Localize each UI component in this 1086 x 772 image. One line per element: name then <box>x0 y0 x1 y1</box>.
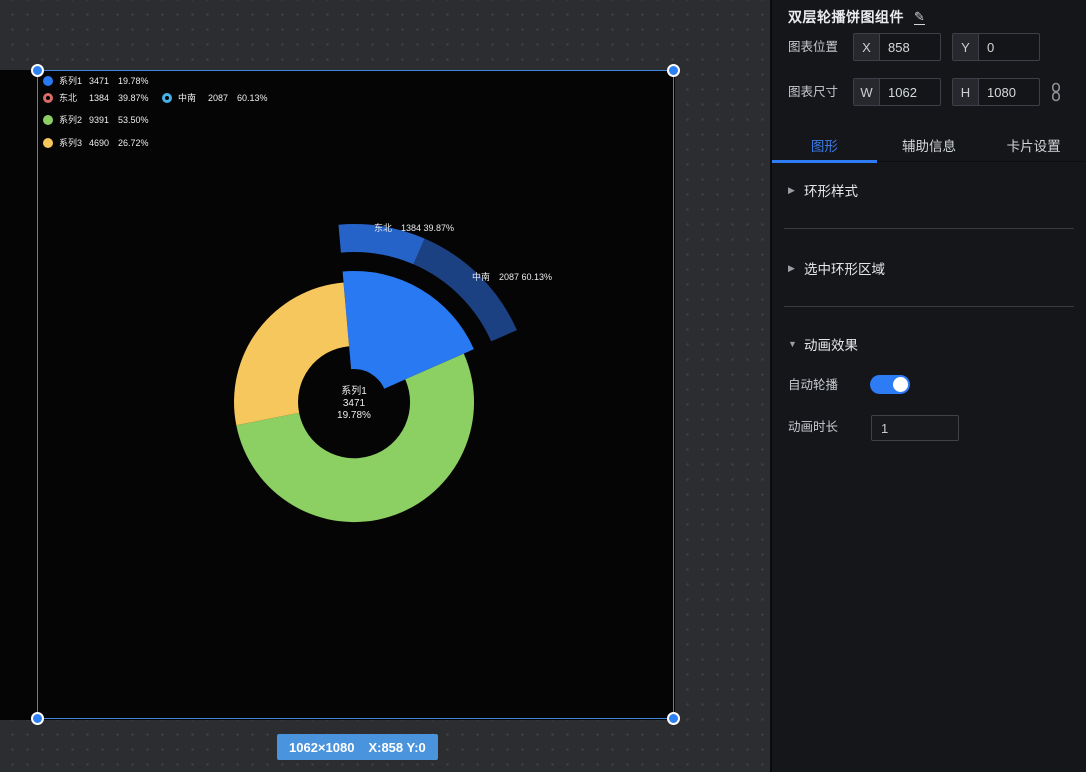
chevron-right-icon: ▶ <box>788 185 804 196</box>
section-ring-style[interactable]: ▶ 环形样式 <box>788 180 858 200</box>
legend-dot-icon <box>43 138 53 148</box>
duration-input[interactable] <box>872 416 958 440</box>
size-position-badge: 1062×1080 X:858 Y:0 <box>277 734 438 760</box>
auto-carousel-label: 自动轮播 <box>788 377 838 393</box>
height-input[interactable] <box>979 79 1039 105</box>
section-label: 动画效果 <box>804 334 858 354</box>
resize-handle-bottom-left[interactable] <box>31 712 44 725</box>
legend-value: 9391 <box>89 115 118 125</box>
resize-handle-top-right[interactable] <box>667 64 680 77</box>
legend-name: 系列2 <box>59 113 89 126</box>
ring-segment-label: 东北 1384 39.87% <box>374 221 454 234</box>
chevron-down-icon: ▼ <box>788 339 804 349</box>
legend-value: 1384 <box>89 93 118 103</box>
legend-item-系列2: 系列2939153.50% <box>43 113 162 126</box>
tab-card-settings[interactable]: 卡片设置 <box>981 128 1086 161</box>
x-input-group: X <box>853 33 941 61</box>
tab-auxiliary-info[interactable]: 辅助信息 <box>877 128 982 161</box>
legend-ring-icon <box>162 93 172 103</box>
resize-handle-top-left[interactable] <box>31 64 44 77</box>
legend-value: 2087 <box>208 93 237 103</box>
legend-row: 系列3469026.72% <box>43 136 162 149</box>
section-animation-effect[interactable]: ▼ 动画效果 <box>788 334 858 354</box>
legend-value: 3471 <box>89 76 118 86</box>
x-input[interactable] <box>880 34 940 60</box>
width-input[interactable] <box>880 79 940 105</box>
chevron-right-icon: ▶ <box>788 263 804 274</box>
chart-size-row: 图表尺寸 W H <box>772 78 1086 106</box>
toggle-knob <box>893 377 908 392</box>
legend-name: 系列3 <box>59 136 89 149</box>
legend-percent: 26.72% <box>118 138 162 148</box>
legend-name: 系列1 <box>59 74 89 87</box>
auto-carousel-toggle[interactable] <box>870 375 910 394</box>
aspect-ratio-link-icon[interactable] <box>1049 82 1063 107</box>
badge-size-text: 1062×1080 <box>289 740 354 755</box>
chart-position-row: 图表位置 X Y <box>772 33 1086 61</box>
auto-carousel-row: 自动轮播 <box>772 377 1086 397</box>
legend-item-系列1: 系列1347119.78% <box>43 74 162 87</box>
y-input-group: Y <box>952 33 1040 61</box>
tab-graphic[interactable]: 图形 <box>772 128 877 161</box>
x-label: X <box>854 34 880 60</box>
legend-name: 东北 <box>59 91 89 104</box>
legend-ring-icon <box>43 93 53 103</box>
y-label: Y <box>953 34 979 60</box>
legend-dot-icon <box>43 76 53 86</box>
legend-percent: 19.78% <box>118 76 162 86</box>
position-label: 图表位置 <box>788 33 838 61</box>
y-input[interactable] <box>979 34 1039 60</box>
ring-label-value: 1384 39.87% <box>401 223 454 233</box>
legend-dot-icon <box>43 115 53 125</box>
duration-input-box <box>871 415 959 441</box>
legend-row: 系列1347119.78% <box>43 74 162 87</box>
h-label: H <box>953 79 979 105</box>
section-divider <box>784 228 1074 229</box>
w-label: W <box>854 79 880 105</box>
legend-item-系列3: 系列3469026.72% <box>43 136 162 149</box>
duration-label: 动画时长 <box>788 419 838 435</box>
ring-label-value: 2087 60.13% <box>499 272 552 282</box>
section-selected-ring-area[interactable]: ▶ 选中环形区域 <box>788 258 885 278</box>
app-root: 系列1347119.78%东北138439.87%中南208760.13%系列2… <box>0 0 1086 772</box>
component-title: 双层轮播饼图组件 <box>788 7 904 27</box>
panel-tabs: 图形 辅助信息 卡片设置 <box>772 128 1086 162</box>
legend-percent: 60.13% <box>237 93 281 103</box>
pie-chart-component[interactable]: 系列1347119.78%东北138439.87%中南208760.13%系列2… <box>37 70 674 719</box>
center-label-line: 3471 <box>304 398 404 410</box>
edit-title-icon[interactable]: ✎ <box>914 10 925 25</box>
legend-row: 东北138439.87%中南208760.13% <box>43 91 281 104</box>
legend-item-东北: 东北138439.87% <box>43 91 162 104</box>
height-input-group: H <box>952 78 1040 106</box>
legend-row: 系列2939153.50% <box>43 113 162 126</box>
resize-handle-bottom-right[interactable] <box>667 712 680 725</box>
ring-label-name: 东北 <box>374 223 392 233</box>
legend-percent: 39.87% <box>118 93 162 103</box>
panel-header: 双层轮播饼图组件 ✎ <box>788 7 925 27</box>
ring-label-name: 中南 <box>472 272 490 282</box>
center-label-line: 19.78% <box>304 410 404 422</box>
badge-position-text: X:858 Y:0 <box>368 740 425 755</box>
width-input-group: W <box>853 78 941 106</box>
section-label: 选中环形区域 <box>804 258 885 278</box>
editor-workspace[interactable]: 系列1347119.78%东北138439.87%中南208760.13%系列2… <box>0 0 770 772</box>
legend-percent: 53.50% <box>118 115 162 125</box>
section-divider <box>784 306 1074 307</box>
pie-center-label: 系列1347119.78% <box>304 386 404 422</box>
animation-duration-row: 动画时长 <box>772 419 1086 439</box>
size-label: 图表尺寸 <box>788 78 838 106</box>
legend-name: 中南 <box>178 91 208 104</box>
ring-segment-label: 中南 2087 60.13% <box>472 270 552 283</box>
center-label-line: 系列1 <box>304 386 404 398</box>
legend-value: 4690 <box>89 138 118 148</box>
section-label: 环形样式 <box>804 180 858 200</box>
legend-item-中南: 中南208760.13% <box>162 91 281 104</box>
properties-panel: 双层轮播饼图组件 ✎ 图表位置 X Y 图表尺寸 W H <box>770 0 1086 772</box>
